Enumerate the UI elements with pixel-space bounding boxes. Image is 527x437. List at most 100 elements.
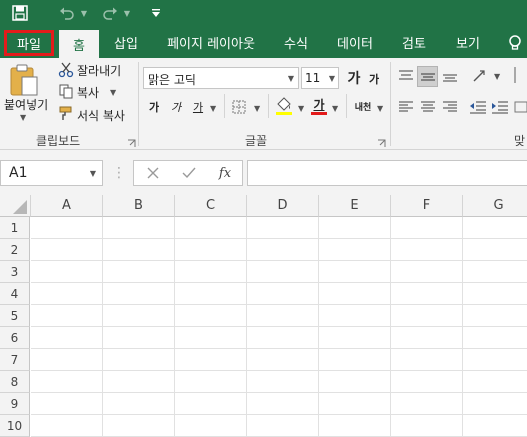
cell-e5[interactable]: [319, 305, 391, 327]
column-header-d[interactable]: D: [247, 195, 319, 217]
phonetic-dropdown-icon[interactable]: ▼: [377, 104, 383, 113]
formula-input[interactable]: [247, 160, 527, 186]
cell-c2[interactable]: [175, 239, 247, 261]
cell-d5[interactable]: [247, 305, 319, 327]
align-middle-icon[interactable]: [417, 66, 438, 87]
underline-button[interactable]: 가: [190, 98, 206, 116]
row-header-4[interactable]: 4: [0, 283, 30, 305]
tab-review[interactable]: 검토: [392, 27, 436, 58]
cell-f8[interactable]: [391, 371, 463, 393]
cell-e9[interactable]: [319, 393, 391, 415]
cell-c5[interactable]: [175, 305, 247, 327]
cell-f2[interactable]: [391, 239, 463, 261]
cell-a1[interactable]: [31, 217, 103, 239]
tab-data[interactable]: 데이터: [326, 27, 384, 58]
cell-d10[interactable]: [247, 415, 319, 437]
orientation-icon[interactable]: [470, 66, 492, 86]
cell-g5[interactable]: [463, 305, 527, 327]
cancel-icon[interactable]: [140, 161, 166, 185]
cell-d9[interactable]: [247, 393, 319, 415]
increase-indent-icon[interactable]: [490, 98, 510, 116]
format-painter-button[interactable]: 서식 복사: [77, 107, 125, 124]
shrink-font-button[interactable]: 가: [366, 71, 382, 87]
copy-dropdown-icon[interactable]: ▼: [110, 88, 116, 97]
cell-a5[interactable]: [31, 305, 103, 327]
cell-e1[interactable]: [319, 217, 391, 239]
orientation-dropdown-icon[interactable]: ▼: [494, 72, 500, 81]
clipboard-launcher-icon[interactable]: [127, 137, 136, 147]
row-header-1[interactable]: 1: [0, 217, 30, 239]
cell-b7[interactable]: [103, 349, 175, 371]
cell-c9[interactable]: [175, 393, 247, 415]
cell-b8[interactable]: [103, 371, 175, 393]
column-header-b[interactable]: B: [103, 195, 175, 217]
grow-font-button[interactable]: 가: [344, 68, 364, 88]
cell-f10[interactable]: [391, 415, 463, 437]
row-header-2[interactable]: 2: [0, 239, 30, 261]
cell-d8[interactable]: [247, 371, 319, 393]
font-size-select[interactable]: 11 ▼: [301, 67, 339, 89]
font-color-button[interactable]: 가: [310, 96, 328, 116]
cell-b5[interactable]: [103, 305, 175, 327]
font-name-dropdown-icon[interactable]: ▼: [288, 74, 294, 83]
name-box-dropdown-icon[interactable]: ▼: [90, 169, 96, 178]
tab-file[interactable]: 파일: [4, 30, 54, 56]
borders-icon[interactable]: [231, 99, 247, 115]
cell-g1[interactable]: [463, 217, 527, 239]
cell-e6[interactable]: [319, 327, 391, 349]
cell-f5[interactable]: [391, 305, 463, 327]
cell-c10[interactable]: [175, 415, 247, 437]
column-header-g[interactable]: G: [463, 195, 527, 217]
copy-icon[interactable]: [58, 83, 74, 99]
cell-a2[interactable]: [31, 239, 103, 261]
align-left-icon[interactable]: [396, 98, 416, 116]
cell-a6[interactable]: [31, 327, 103, 349]
tab-insert[interactable]: 삽입: [104, 27, 148, 58]
tab-page-layout[interactable]: 페이지 레이아웃: [158, 27, 264, 58]
save-icon[interactable]: [11, 4, 29, 22]
paste-dropdown-icon[interactable]: ▼: [20, 113, 26, 122]
row-header-9[interactable]: 9: [0, 393, 30, 415]
enter-icon[interactable]: [176, 161, 202, 185]
row-header-10[interactable]: 10: [0, 415, 30, 437]
cell-e8[interactable]: [319, 371, 391, 393]
cell-c6[interactable]: [175, 327, 247, 349]
cell-b3[interactable]: [103, 261, 175, 283]
name-box[interactable]: A1 ▼: [0, 160, 103, 186]
bold-button[interactable]: 가: [146, 98, 162, 116]
column-header-c[interactable]: C: [175, 195, 247, 217]
cell-a8[interactable]: [31, 371, 103, 393]
formula-bar-grip-icon[interactable]: ⋮: [112, 160, 126, 186]
cell-d3[interactable]: [247, 261, 319, 283]
copy-button[interactable]: 복사: [77, 84, 99, 101]
cell-b6[interactable]: [103, 327, 175, 349]
cell-c8[interactable]: [175, 371, 247, 393]
font-size-dropdown-icon[interactable]: ▼: [329, 74, 335, 83]
borders-dropdown-icon[interactable]: ▼: [254, 104, 260, 113]
cell-f7[interactable]: [391, 349, 463, 371]
font-launcher-icon[interactable]: [377, 137, 386, 147]
redo-icon[interactable]: [101, 4, 119, 22]
cell-d7[interactable]: [247, 349, 319, 371]
undo-dropdown-icon[interactable]: ▼: [80, 4, 88, 22]
row-header-3[interactable]: 3: [0, 261, 30, 283]
column-header-a[interactable]: A: [31, 195, 103, 217]
lightbulb-icon[interactable]: [506, 34, 524, 52]
cell-e10[interactable]: [319, 415, 391, 437]
cell-e4[interactable]: [319, 283, 391, 305]
align-top-icon[interactable]: [396, 66, 416, 86]
cell-g4[interactable]: [463, 283, 527, 305]
decrease-indent-icon[interactable]: [468, 98, 488, 116]
cell-d1[interactable]: [247, 217, 319, 239]
cell-f1[interactable]: [391, 217, 463, 239]
row-header-6[interactable]: 6: [0, 327, 30, 349]
customize-qat-icon[interactable]: [150, 4, 162, 22]
cell-g2[interactable]: [463, 239, 527, 261]
cell-b4[interactable]: [103, 283, 175, 305]
insert-function-button[interactable]: fx: [212, 161, 238, 185]
cell-a4[interactable]: [31, 283, 103, 305]
format-painter-icon[interactable]: [58, 105, 74, 121]
cell-b10[interactable]: [103, 415, 175, 437]
cell-g8[interactable]: [463, 371, 527, 393]
font-name-select[interactable]: 맑은 고딕 ▼: [143, 67, 299, 89]
